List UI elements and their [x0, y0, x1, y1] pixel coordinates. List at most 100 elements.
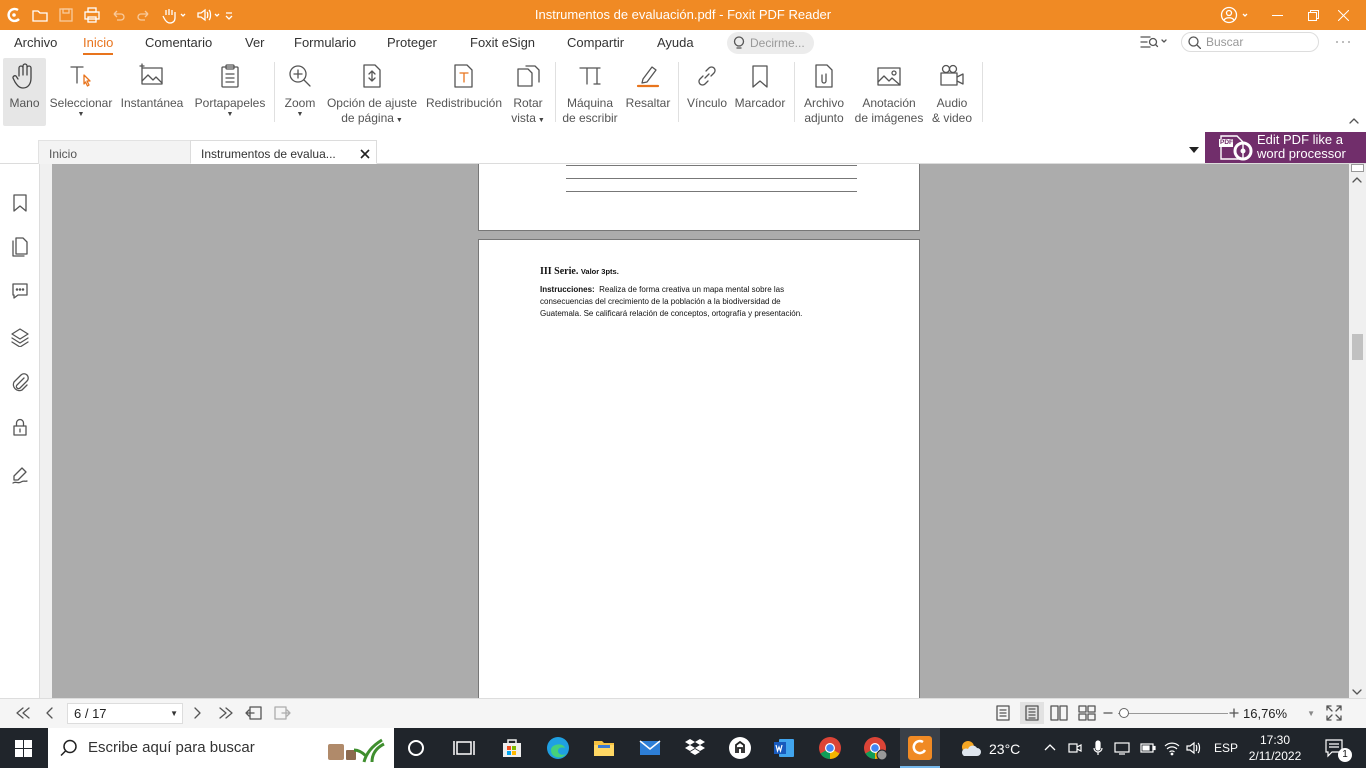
- menu-comentario[interactable]: Comentario: [145, 35, 212, 50]
- tell-me-box[interactable]: Decirme...: [727, 32, 814, 54]
- page-number-input[interactable]: 6 / 17 ▼: [67, 703, 183, 724]
- last-page-icon[interactable]: [217, 706, 235, 720]
- weather-temperature[interactable]: 23°C: [989, 741, 1020, 757]
- continuous-facing-icon[interactable]: [1078, 705, 1096, 721]
- single-page-icon[interactable]: [995, 705, 1011, 721]
- show-hidden-icons[interactable]: [1044, 742, 1056, 752]
- zoom-slider-thumb[interactable]: [1119, 708, 1129, 718]
- reflow-button[interactable]: Redistribución: [424, 56, 504, 128]
- microphone-icon[interactable]: [1092, 740, 1104, 756]
- app-launcher-icon[interactable]: [728, 736, 752, 760]
- microsoft-store-icon[interactable]: [500, 736, 524, 760]
- chrome-profile-icon[interactable]: [863, 736, 887, 760]
- attachment-button[interactable]: Archivo adjunto: [800, 56, 848, 128]
- edge-browser-icon[interactable]: [546, 736, 570, 760]
- windows-start-icon[interactable]: [15, 740, 32, 757]
- zoom-in-small-icon[interactable]: [1228, 706, 1240, 720]
- attachments-panel-icon[interactable]: [10, 372, 30, 392]
- wifi-icon[interactable]: [1164, 740, 1180, 756]
- language-indicator[interactable]: ESP: [1214, 741, 1238, 755]
- hand-tool-button[interactable]: Mano: [3, 58, 46, 126]
- menu-ayuda[interactable]: Ayuda: [657, 35, 694, 50]
- volume-icon[interactable]: [1186, 740, 1202, 756]
- previous-view-icon[interactable]: [245, 705, 263, 721]
- vertical-scrollbar[interactable]: [1349, 164, 1366, 698]
- pages-panel-icon[interactable]: [10, 237, 30, 257]
- zoom-level-input[interactable]: 16,76% ▼: [1243, 703, 1319, 724]
- dropbox-icon[interactable]: [683, 736, 707, 760]
- edit-pdf-promo-banner[interactable]: PDF Edit PDF like a word processor: [1205, 132, 1366, 163]
- link-button[interactable]: Vínculo: [684, 56, 730, 128]
- image-annotation-button[interactable]: Anotación de imágenes: [852, 56, 926, 128]
- signature-panel-icon[interactable]: [10, 465, 30, 485]
- menu-archivo[interactable]: Archivo: [14, 35, 57, 50]
- split-handle[interactable]: [1351, 164, 1364, 172]
- chrome-icon[interactable]: [818, 736, 842, 760]
- zoom-button[interactable]: Zoom ▼: [280, 56, 320, 128]
- close-tab-icon[interactable]: [360, 149, 370, 159]
- menu-foxit-esign[interactable]: Foxit eSign: [470, 35, 535, 50]
- scroll-thumb[interactable]: [1352, 334, 1363, 360]
- meet-now-icon[interactable]: [1068, 740, 1082, 756]
- menu-ver[interactable]: Ver: [245, 35, 265, 50]
- page-dropdown-icon[interactable]: ▼: [170, 704, 178, 723]
- search-input[interactable]: Buscar: [1181, 32, 1319, 52]
- menu-inicio[interactable]: Inicio: [83, 35, 114, 55]
- lightbulb-icon: [733, 36, 745, 50]
- foxit-taskbar-button[interactable]: [900, 728, 940, 768]
- next-view-icon[interactable]: [273, 705, 291, 721]
- word-icon[interactable]: [772, 736, 796, 760]
- close-button[interactable]: [1320, 0, 1366, 30]
- cortana-icon[interactable]: [404, 736, 428, 760]
- zoom-dropdown-icon: ▼: [296, 111, 304, 118]
- snapshot-button[interactable]: Instantánea: [118, 56, 186, 128]
- task-view-icon[interactable]: [452, 736, 476, 760]
- zoom-slider-track[interactable]: [1118, 713, 1228, 714]
- rotate-view-button[interactable]: Rotar vista ▼: [506, 56, 550, 128]
- clipboard-button[interactable]: Portapapeles ▼: [192, 56, 268, 128]
- comments-panel-icon[interactable]: [10, 281, 30, 301]
- typewriter-button[interactable]: Máquina de escribir: [560, 56, 620, 128]
- file-explorer-icon[interactable]: [592, 736, 616, 760]
- mail-icon[interactable]: [638, 736, 662, 760]
- scroll-up-icon[interactable]: [1352, 176, 1362, 184]
- page-fit-button[interactable]: Opción de ajuste de página ▼: [322, 56, 422, 128]
- bookmark-button[interactable]: Marcador: [732, 56, 788, 128]
- weather-icon[interactable]: [958, 736, 982, 760]
- document-view[interactable]: III Serie. Valor 3pts. Instrucciones: Re…: [40, 164, 1349, 698]
- link-label: Vínculo: [686, 96, 728, 110]
- select-button[interactable]: Seleccionar ▼: [48, 56, 114, 128]
- account-icon[interactable]: [1220, 6, 1250, 24]
- battery-icon[interactable]: [1140, 741, 1156, 755]
- menu-proteger[interactable]: Proteger: [387, 35, 437, 50]
- zoom-level-dropdown-icon[interactable]: ▼: [1307, 703, 1315, 724]
- collapse-ribbon-icon[interactable]: [1348, 116, 1360, 126]
- audio-video-button[interactable]: Audio & video: [928, 56, 976, 128]
- next-page-icon[interactable]: [191, 706, 203, 720]
- tab-list-dropdown-icon[interactable]: [1188, 146, 1200, 154]
- security-lock-icon[interactable]: [10, 417, 30, 437]
- tab-bar: Inicio Instrumentos de evalua...: [0, 132, 1366, 164]
- tab-home[interactable]: Inicio: [38, 140, 193, 164]
- bookmarks-panel-icon[interactable]: [10, 193, 30, 213]
- display-icon[interactable]: [1114, 740, 1130, 756]
- continuous-page-button[interactable]: [1020, 702, 1044, 724]
- menu-formulario[interactable]: Formulario: [294, 35, 356, 50]
- first-page-icon[interactable]: [14, 706, 32, 720]
- layers-panel-icon[interactable]: [10, 327, 30, 347]
- zoom-out-icon[interactable]: [1102, 706, 1114, 720]
- highlight-button[interactable]: Resaltar: [624, 56, 672, 128]
- ribbon-separator: [794, 62, 795, 122]
- status-bar: 6 / 17 ▼ 16,76% ▼: [0, 698, 1366, 728]
- facing-pages-icon[interactable]: [1050, 705, 1068, 721]
- previous-page-icon[interactable]: [44, 706, 56, 720]
- search-options-icon[interactable]: [1140, 34, 1170, 50]
- promo-line-1: Edit PDF like a: [1257, 132, 1343, 147]
- taskbar-search-box[interactable]: Escribe aquí para buscar: [48, 728, 394, 768]
- tab-document[interactable]: Instrumentos de evalua...: [190, 140, 377, 164]
- menu-compartir[interactable]: Compartir: [567, 35, 624, 50]
- more-options-icon[interactable]: [1335, 36, 1351, 48]
- taskbar-clock[interactable]: 17:30 2/11/2022: [1248, 732, 1302, 764]
- full-screen-icon[interactable]: [1326, 705, 1342, 721]
- scroll-down-icon[interactable]: [1352, 688, 1362, 696]
